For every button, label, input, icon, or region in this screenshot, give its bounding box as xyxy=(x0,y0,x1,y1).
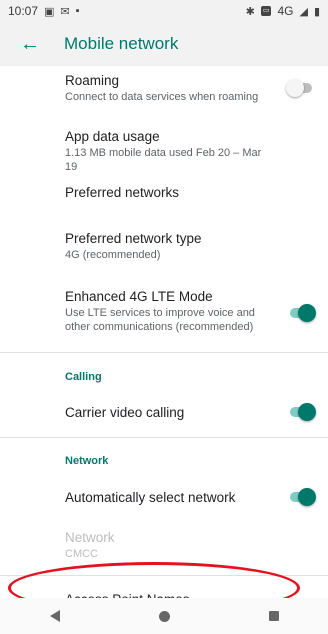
roaming-toggle-thumb xyxy=(286,79,304,97)
app-data-usage-title: App data usage xyxy=(65,129,160,144)
preferred-network-type-setting[interactable]: Preferred network type 4G (recommended) xyxy=(0,218,328,276)
notification-mail-icon: ✉ xyxy=(60,5,70,18)
bluetooth-icon: ✱ xyxy=(245,5,255,18)
nav-recents-icon[interactable] xyxy=(268,611,279,621)
preferred-network-type-title: Preferred network type xyxy=(65,231,202,246)
volte-badge-icon: ▭ xyxy=(260,6,272,16)
page-title: Mobile network xyxy=(64,34,179,53)
roaming-setting[interactable]: Roaming Connect to data services when ro… xyxy=(0,66,328,110)
roaming-toggle[interactable] xyxy=(286,79,314,97)
status-right: ✱ ▭ 4G ◢ ▮ xyxy=(246,4,320,18)
preferred-network-type-summary: 4G (recommended) xyxy=(65,249,161,261)
preferred-networks-title: Preferred networks xyxy=(65,185,180,200)
navigation-bar xyxy=(0,598,328,634)
app-data-usage-summary: 1.13 MB mobile data used Feb 20 – Mar 19 xyxy=(65,147,262,173)
nav-home-icon[interactable] xyxy=(158,610,170,622)
carrier-video-calling-title: Carrier video calling xyxy=(65,405,185,420)
auto-select-network-title: Automatically select network xyxy=(65,490,236,505)
preferred-networks-setting[interactable]: Preferred networks xyxy=(0,172,328,218)
enhanced-lte-toggle[interactable] xyxy=(288,304,316,322)
back-arrow-icon[interactable]: ← xyxy=(20,33,44,56)
notification-image-icon: ▣ xyxy=(44,5,55,18)
carrier-video-calling-toggle[interactable] xyxy=(288,403,316,421)
auto-select-network-toggle[interactable] xyxy=(288,488,316,506)
network-setting: Network CMCC xyxy=(0,521,328,575)
settings-list: Roaming Connect to data services when ro… xyxy=(0,66,328,622)
roaming-summary: Connect to data services when roaming xyxy=(65,91,259,103)
network-type-label: 4G xyxy=(277,4,294,18)
app-bar: ← Mobile network xyxy=(0,22,328,66)
nav-back-icon[interactable] xyxy=(49,610,60,622)
notification-sim-icon: ▪ xyxy=(75,5,80,17)
network-category-header: Network xyxy=(65,455,109,467)
carrier-video-calling-toggle-thumb xyxy=(298,403,316,421)
battery-icon: ▮ xyxy=(313,5,320,18)
network-summary: CMCC xyxy=(65,548,98,560)
carrier-video-calling-setting[interactable]: Carrier video calling xyxy=(0,389,328,437)
app-data-usage-setting[interactable]: App data usage 1.13 MB mobile data used … xyxy=(0,110,328,173)
calling-category-header: Calling xyxy=(65,371,102,383)
auto-select-network-toggle-thumb xyxy=(298,488,316,506)
enhanced-lte-title: Enhanced 4G LTE Mode xyxy=(65,289,213,304)
auto-select-network-setting[interactable]: Automatically select network xyxy=(0,473,328,521)
enhanced-lte-setting[interactable]: Enhanced 4G LTE Mode Use LTE services to… xyxy=(0,276,328,352)
signal-icon: ◢ xyxy=(299,5,308,18)
status-left: 10:07 ▣ ✉ ▪ xyxy=(8,4,80,18)
enhanced-lte-toggle-thumb xyxy=(298,304,316,322)
status-bar: 10:07 ▣ ✉ ▪ ✱ ▭ 4G ◢ ▮ xyxy=(0,0,328,22)
roaming-title: Roaming xyxy=(65,73,120,88)
status-time: 10:07 xyxy=(8,4,39,18)
enhanced-lte-summary: Use LTE services to improve voice and ot… xyxy=(65,307,255,333)
network-title: Network xyxy=(65,530,115,545)
